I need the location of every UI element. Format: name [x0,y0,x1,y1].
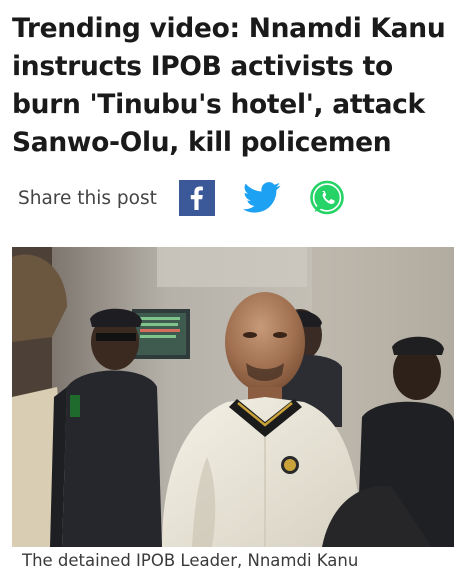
twitter-share-button[interactable] [242,178,282,218]
photo-caption: The detained IPOB Leader, Nnamdi Kanu [22,551,359,570]
article-headline: Trending video: Nnamdi Kanu instructs IP… [12,13,446,158]
article-photo [12,247,454,547]
facebook-share-button[interactable] [177,178,217,218]
whatsapp-share-button[interactable] [307,178,347,218]
share-label: Share this post [18,187,157,209]
twitter-icon [242,182,281,213]
whatsapp-icon [310,180,344,215]
article-photo-illustration [12,247,454,547]
share-bar: Share this post [18,176,372,220]
facebook-icon [178,180,215,216]
